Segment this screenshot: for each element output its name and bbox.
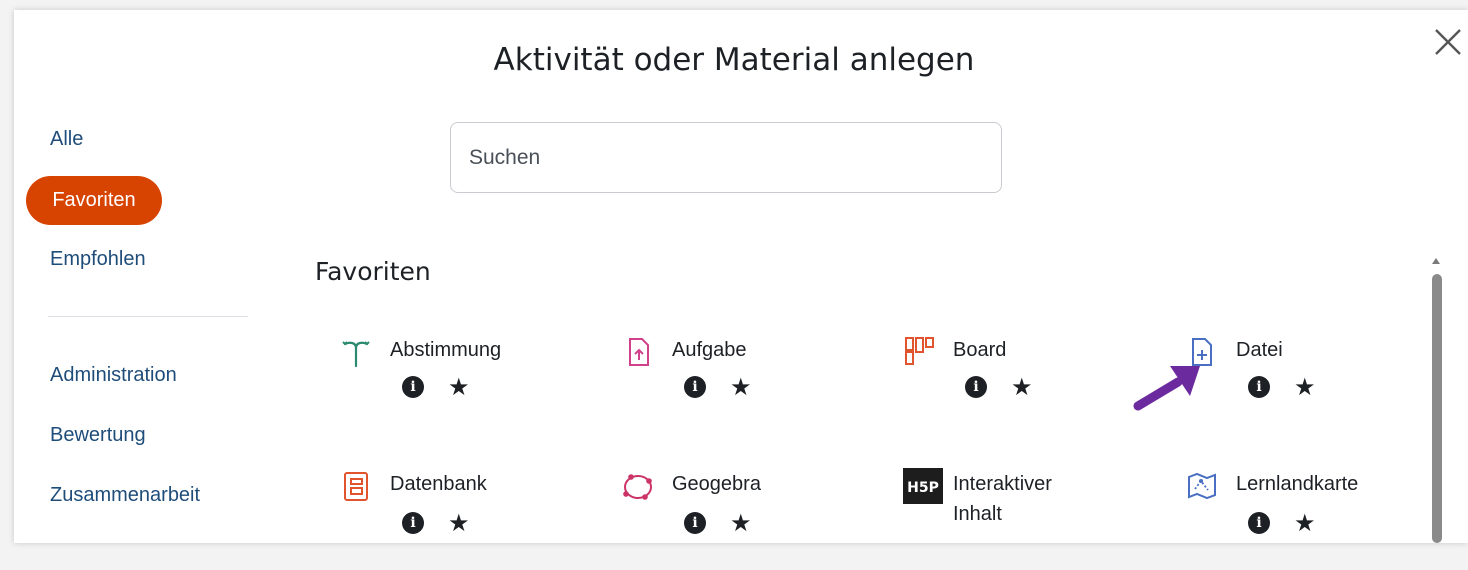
activity-tile-interaktiver-inhalt[interactable]: H5P Interaktiver Inhalt — [903, 468, 1163, 570]
sidebar-item-empfohlen[interactable]: Empfohlen — [50, 248, 146, 271]
file-icon — [1192, 338, 1212, 366]
info-icon[interactable]: i — [684, 512, 706, 534]
star-icon[interactable]: ★ — [730, 511, 752, 535]
sidebar-item-zusammenarbeit[interactable]: Zusammenarbeit — [50, 484, 200, 507]
choice-icon — [342, 341, 370, 368]
sidebar-item-favoriten[interactable]: Favoriten — [26, 176, 162, 225]
star-icon[interactable]: ★ — [1294, 375, 1316, 399]
scrollbar-thumb[interactable] — [1432, 274, 1442, 543]
scroll-up-arrow-icon[interactable] — [1432, 258, 1440, 264]
info-icon[interactable]: i — [402, 376, 424, 398]
dialog-title: Aktivität oder Material anlegen — [493, 42, 975, 78]
close-icon[interactable] — [1430, 24, 1466, 60]
h5p-logo-text: H5P — [907, 480, 939, 496]
activity-tile-aufgabe[interactable]: Aufgabe i ★ — [622, 336, 882, 436]
assignment-icon — [629, 338, 649, 366]
star-icon[interactable]: ★ — [730, 375, 752, 399]
activity-tile-datenbank[interactable]: Datenbank i ★ — [340, 470, 600, 570]
info-icon[interactable]: i — [1248, 512, 1270, 534]
database-icon — [344, 472, 368, 501]
activity-tile-abstimmung[interactable]: Abstimmung i ★ — [340, 336, 600, 436]
activity-tile-geogebra[interactable]: Geogebra i ★ — [622, 470, 882, 570]
info-icon[interactable]: i — [402, 512, 424, 534]
star-icon[interactable]: ★ — [448, 375, 470, 399]
sidebar-item-bewertung[interactable]: Bewertung — [50, 424, 146, 447]
search-input[interactable]: Suchen — [450, 122, 1002, 193]
activity-label: Interaktiver Inhalt — [953, 473, 1052, 525]
activity-label: Geogebra — [672, 473, 761, 495]
star-icon[interactable]: ★ — [1011, 375, 1033, 399]
activity-label: Lernlandkarte — [1236, 473, 1359, 495]
geogebra-icon — [623, 474, 652, 500]
section-title: Favoriten — [315, 257, 431, 286]
activity-chooser-dialog: Aktivität oder Material anlegen — [14, 10, 1468, 543]
activity-label: Abstimmung — [390, 339, 502, 361]
info-icon[interactable]: i — [684, 376, 706, 398]
activity-label: Board — [953, 339, 1007, 361]
info-icon[interactable]: i — [1248, 376, 1270, 398]
activity-tile-datei[interactable]: Datei i ★ — [1186, 336, 1446, 436]
activity-label: Datei — [1236, 339, 1283, 361]
activity-tile-board[interactable]: Board i ★ — [903, 336, 1163, 436]
star-icon[interactable]: ★ — [448, 511, 470, 535]
info-icon[interactable]: i — [965, 376, 987, 398]
activity-label: Aufgabe — [672, 339, 747, 361]
activity-label: Datenbank — [390, 473, 487, 495]
h5p-icon: H5P — [903, 468, 943, 504]
activity-tile-lernlandkarte[interactable]: Lernlandkarte i ★ — [1186, 470, 1446, 570]
sidebar-item-administration[interactable]: Administration — [50, 364, 177, 387]
sidebar-divider — [48, 316, 248, 317]
sidebar-item-alle[interactable]: Alle — [50, 128, 83, 151]
star-icon[interactable]: ★ — [1294, 511, 1316, 535]
map-icon — [1188, 472, 1216, 500]
board-icon — [905, 337, 934, 365]
